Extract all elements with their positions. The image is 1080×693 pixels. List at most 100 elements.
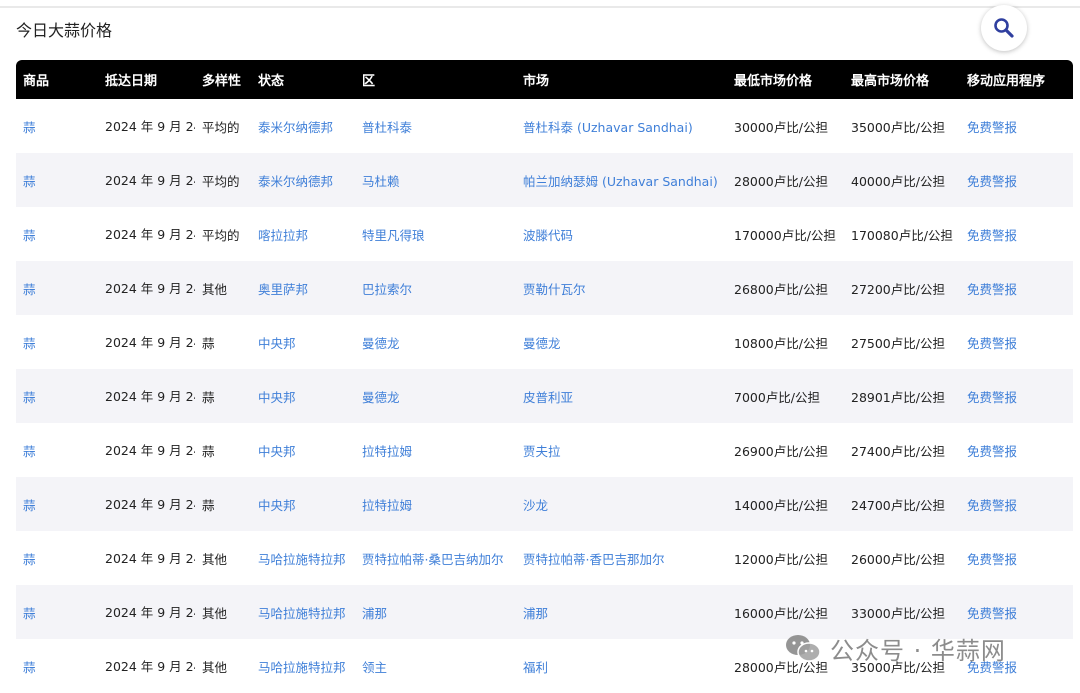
table-cell: 14000卢比/公担: [727, 477, 844, 531]
market-link[interactable]: 皮普利亚: [523, 390, 573, 405]
page-title: 今日大蒜价格: [16, 21, 113, 40]
table-cell: 帕兰加纳瑟姆 (Uzhavar Sandhai): [516, 153, 727, 207]
variety-cell: 其他: [202, 281, 228, 297]
commodity-link[interactable]: 蒜: [23, 606, 36, 621]
market-link[interactable]: 贾勒什瓦尔: [523, 282, 586, 297]
district-link[interactable]: 曼德龙: [362, 390, 400, 405]
table-cell: 巴拉索尔: [355, 261, 516, 315]
table-cell: 蒜: [195, 477, 251, 531]
table-cell: 曼德龙: [355, 315, 516, 369]
variety-cell: 蒜: [202, 335, 215, 351]
free-alert-link[interactable]: 免费警报: [967, 282, 1017, 297]
table-cell: 中央邦: [251, 315, 355, 369]
table-cell: 曼德龙: [516, 315, 727, 369]
commodity-link[interactable]: 蒜: [23, 552, 36, 567]
table-cell: 平均的: [195, 207, 251, 261]
table-header-row: 商品 抵达日期 多样性 状态 区 市场 最低市场价格 最高市场价格 移动应用程序: [16, 60, 1073, 99]
state-link[interactable]: 中央邦: [258, 336, 296, 351]
district-link[interactable]: 贾特拉帕蒂·桑巴吉纳加尔: [362, 552, 503, 567]
arrival-date: 2024 年 9 月 24 日: [105, 172, 195, 188]
table-row: 蒜2024 年 9 月 24 日蒜中央邦拉特拉姆贾夫拉26900卢比/公担274…: [16, 423, 1073, 477]
table-cell: 2024 年 9 月 24 日: [98, 531, 195, 585]
state-link[interactable]: 中央邦: [258, 498, 296, 513]
commodity-link[interactable]: 蒜: [23, 660, 36, 675]
free-alert-link[interactable]: 免费警报: [967, 552, 1017, 567]
state-link[interactable]: 泰米尔纳德邦: [258, 120, 333, 135]
variety-cell: 其他: [202, 551, 228, 567]
free-alert-link[interactable]: 免费警报: [967, 120, 1017, 135]
commodity-link[interactable]: 蒜: [23, 120, 36, 135]
table-cell: 其他: [195, 639, 251, 693]
district-link[interactable]: 拉特拉姆: [362, 444, 412, 459]
search-button[interactable]: [981, 5, 1027, 51]
commodity-link[interactable]: 蒜: [23, 444, 36, 459]
market-link[interactable]: 沙龙: [523, 498, 548, 513]
table-cell: 蒜: [16, 153, 98, 207]
district-link[interactable]: 曼德龙: [362, 336, 400, 351]
min-price-cell: 26800卢比/公担: [734, 281, 828, 297]
state-link[interactable]: 马哈拉施特拉邦: [258, 660, 346, 675]
arrival-date: 2024 年 9 月 24 日: [105, 334, 195, 350]
district-link[interactable]: 领主: [362, 660, 387, 675]
min-price-cell: 16000卢比/公担: [734, 605, 828, 621]
state-link[interactable]: 中央邦: [258, 390, 296, 405]
table-cell: 中央邦: [251, 369, 355, 423]
free-alert-link[interactable]: 免费警报: [967, 228, 1017, 243]
table-cell: 浦那: [355, 585, 516, 639]
max-price-cell: 170080卢比/公担: [851, 227, 953, 243]
commodity-link[interactable]: 蒜: [23, 282, 36, 297]
table-cell: 领主: [355, 639, 516, 693]
market-link[interactable]: 普杜科泰 (Uzhavar Sandhai): [523, 120, 693, 135]
table-cell: 蒜: [16, 315, 98, 369]
free-alert-link[interactable]: 免费警报: [967, 174, 1017, 189]
free-alert-link[interactable]: 免费警报: [967, 444, 1017, 459]
free-alert-link[interactable]: 免费警报: [967, 336, 1017, 351]
district-link[interactable]: 普杜科泰: [362, 120, 412, 135]
table-row: 蒜 2024 年 9 月 24 日平均的 泰米尔纳德邦 马杜赖 帕兰加纳瑟姆 (Uzha…: [16, 153, 1073, 207]
state-link[interactable]: 马哈拉施特拉邦: [258, 606, 346, 621]
table-cell: 28901卢比/公担: [844, 369, 960, 423]
state-link[interactable]: 喀拉拉邦: [258, 228, 308, 243]
commodity-link[interactable]: 蒜: [23, 174, 36, 189]
district-link[interactable]: 特里凡得琅: [362, 228, 425, 243]
market-link[interactable]: 帕兰加纳瑟姆 (Uzhavar Sandhai): [523, 174, 718, 189]
district-link[interactable]: 浦那: [362, 606, 387, 621]
market-link[interactable]: 曼德龙: [523, 336, 561, 351]
table-row: 蒜 2024 年 9 月 24 日其他 奥里萨邦 巴拉索尔 贾勒什瓦尔 26800卢比/公…: [16, 261, 1073, 315]
state-link[interactable]: 马哈拉施特拉邦: [258, 552, 346, 567]
table-cell: 浦那: [516, 585, 727, 639]
min-price-cell: 7000卢比/公担: [734, 389, 821, 405]
table-cell: 26000卢比/公担: [844, 531, 960, 585]
arrival-date: 2024 年 9 月 24 日: [105, 226, 195, 242]
district-link[interactable]: 拉特拉姆: [362, 498, 412, 513]
min-price-cell: 14000卢比/公担: [734, 497, 828, 513]
state-link[interactable]: 泰米尔纳德邦: [258, 174, 333, 189]
commodity-link[interactable]: 蒜: [23, 498, 36, 513]
state-link[interactable]: 奥里萨邦: [258, 282, 308, 297]
commodity-link[interactable]: 蒜: [23, 336, 36, 351]
commodity-link[interactable]: 蒜: [23, 390, 36, 405]
free-alert-link[interactable]: 免费警报: [967, 606, 1017, 621]
table-row: 蒜2024 年 9 月 24 日蒜中央邦拉特拉姆沙龙14000卢比/公担2470…: [16, 477, 1073, 531]
district-link[interactable]: 马杜赖: [362, 174, 400, 189]
market-link[interactable]: 波滕代码: [523, 228, 573, 243]
free-alert-link[interactable]: 免费警报: [967, 498, 1017, 513]
arrival-date: 2024 年 9 月 24 日: [105, 442, 195, 458]
column-header: 多样性: [202, 74, 242, 89]
commodity-link[interactable]: 蒜: [23, 228, 36, 243]
free-alert-link[interactable]: 免费警报: [967, 390, 1017, 405]
table-cell: 波滕代码: [516, 207, 727, 261]
state-link[interactable]: 中央邦: [258, 444, 296, 459]
table-cell: 28000卢比/公担: [727, 153, 844, 207]
table-cell: 2024 年 9 月 24 日: [98, 315, 195, 369]
district-link[interactable]: 巴拉索尔: [362, 282, 412, 297]
market-link[interactable]: 贾特拉帕蒂·香巴吉那加尔: [523, 552, 664, 567]
table-cell: 免费警报: [960, 423, 1073, 477]
max-price-cell: 27400卢比/公担: [851, 443, 945, 459]
market-link[interactable]: 浦那: [523, 606, 548, 621]
table-cell: 蒜: [16, 423, 98, 477]
arrival-date: 2024 年 9 月 24 日: [105, 496, 195, 512]
market-link[interactable]: 福利: [523, 660, 548, 675]
table-cell: 12000卢比/公担: [727, 531, 844, 585]
market-link[interactable]: 贾夫拉: [523, 444, 561, 459]
